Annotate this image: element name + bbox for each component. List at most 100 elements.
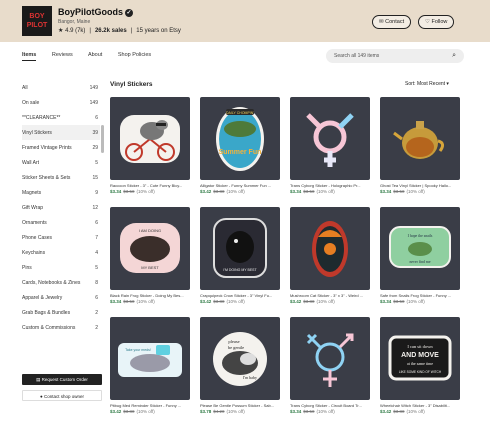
product-image[interactable]: I can sit down AND MOVE at the same time… [380, 317, 460, 400]
sticker-text: please [228, 339, 239, 344]
product-image[interactable]: I hope the snails never find me [380, 207, 460, 290]
product-image[interactable]: DAILY CHOMPIN' Summer Fun [200, 97, 280, 180]
product-image[interactable]: please be gentle I'm baby [200, 317, 280, 400]
sidebar-item-vinyl-stickers[interactable]: Vinyl Stickers 39 [22, 125, 100, 140]
sidebar-item-custom[interactable]: Custom & Commissions 2 [22, 320, 100, 335]
sidebar-item-framed-prints[interactable]: Framed Vintage Prints 29 [22, 140, 100, 155]
shop-name-text[interactable]: BoyPilotGoods [58, 7, 123, 17]
sidebar-item-grab-bags[interactable]: Grab Bags & Bundles 2 [22, 305, 100, 320]
product-title[interactable]: Trans Cyborg Sticker - Circuit Board Tr.… [290, 403, 370, 408]
sidebar-item-label: Cards, Notebooks & Zines [22, 279, 81, 286]
sale-price: $3.34 [110, 189, 122, 194]
product-card[interactable]: I AM DOING MY BEST Black Rain Frog Stick… [110, 207, 190, 317]
sticker-text: MY BEST [141, 265, 159, 270]
circuit-trans-sticker-image [306, 333, 354, 387]
category-sidebar: All 149 On sale 149 **CLEARANCE** 6 Vinyl S… [22, 80, 100, 335]
product-card[interactable]: Trans Cyborg Sticker - Circuit Board Tr.… [290, 317, 370, 423]
sidebar-item-gift-wrap[interactable]: Gift Wrap 12 [22, 200, 100, 215]
snail-frog-sticker-image: I hope the snails never find me [389, 226, 451, 268]
sidebar-item-on-sale[interactable]: On sale 149 [22, 95, 100, 110]
product-price: $3.34 $3.50 (10% off) [380, 299, 460, 304]
search-input[interactable]: Search all 149 items ⌕ [326, 49, 464, 63]
product-price: $3.34 $3.50 (10% off) [110, 299, 190, 304]
tab-about[interactable]: About [88, 52, 102, 58]
product-image[interactable] [290, 97, 370, 180]
product-image[interactable] [110, 97, 190, 180]
product-card[interactable]: I hope the snails never find me Safe fro… [380, 207, 460, 317]
product-image[interactable]: I'M DOING MY BEST [200, 207, 280, 290]
sticker-text: never find me [409, 260, 430, 264]
product-title[interactable]: Please Be Gentle Possum Sticker - Sab... [200, 403, 280, 408]
sidebar-item-cards-notebooks[interactable]: Cards, Notebooks & Zines 8 [22, 275, 100, 290]
product-image[interactable]: Take your meds! [110, 317, 190, 400]
tab-items[interactable]: Items [22, 52, 37, 61]
shop-stats: ★ 4.9 (7k) | 26.2k sales | 15 years on Etsy [58, 28, 181, 34]
product-card[interactable]: I can sit down AND MOVE at the same time… [380, 317, 460, 423]
sidebar-item-all[interactable]: All 149 [22, 80, 100, 95]
original-price: $3.50 [393, 189, 405, 194]
sidebar-item-ornaments[interactable]: Ornaments 6 [22, 215, 100, 230]
rain-frog-sticker-image: I AM DOING MY BEST [120, 223, 180, 273]
sidebar-item-apparel[interactable]: Apparel & Jewelry 6 [22, 290, 100, 305]
sidebar-scrollbar[interactable] [101, 125, 104, 153]
contact-shop-owner-button[interactable]: ● Contact shop owner [22, 390, 102, 401]
tab-reviews[interactable]: Reviews [52, 52, 73, 58]
sidebar-item-magnets[interactable]: Magnets 9 [22, 185, 100, 200]
product-price: $3.42 $3.80 (10% off) [110, 409, 190, 414]
sticker-text: I'm baby [243, 375, 257, 380]
contact-button-label: Contact [385, 19, 405, 25]
sidebar-item-label: Vinyl Stickers [22, 129, 52, 136]
search-icon[interactable]: ⌕ [452, 49, 456, 63]
product-image[interactable] [380, 97, 460, 180]
product-card[interactable]: Trans Cyborg Sticker - Holographic Pr...… [290, 97, 370, 207]
product-card[interactable]: Mushroom Cat Sticker - 3" x 3" - Weird .… [290, 207, 370, 317]
chat-icon: ● [39, 394, 43, 399]
product-card[interactable]: Take your meds! Pitbug Med Reminder Stic… [110, 317, 190, 423]
contact-button[interactable]: ✉ Contact [372, 15, 412, 29]
original-price: $3.50 [123, 299, 135, 304]
product-card[interactable]: Ghost Tea Vinyl Sticker | Spooky Hallo..… [380, 97, 460, 207]
shop-logo[interactable]: BOY PILOT [22, 6, 52, 36]
sidebar-item-wall-art[interactable]: Wall Art 5 [22, 155, 100, 170]
shop-rating[interactable]: 4.9 (7k) [65, 28, 85, 34]
product-title[interactable]: Safe from Snails Frog Sticker - Funny ..… [380, 293, 460, 298]
document-icon: ▤ [36, 377, 41, 382]
product-card[interactable]: DAILY CHOMPIN' Summer Fun Alligator Stic… [200, 97, 280, 207]
product-title[interactable]: Raccoon Sticker - 3" - Cute Funny Bicy..… [110, 183, 190, 188]
original-price: $3.50 [123, 189, 135, 194]
sort-dropdown[interactable]: Sort: Most Recent ▾ [405, 81, 449, 87]
sidebar-item-phone-cases[interactable]: Phone Cases 7 [22, 230, 100, 245]
sale-price: $3.42 [200, 299, 212, 304]
sidebar-item-keychains[interactable]: Keychains 4 [22, 245, 100, 260]
product-title[interactable]: Black Rain Frog Sticker - Doing My Bes..… [110, 293, 190, 298]
possum-sticker-image: please be gentle I'm baby [213, 332, 267, 386]
product-title[interactable]: Pitbug Med Reminder Sticker - Funny ... [110, 403, 190, 408]
sidebar-item-clearance[interactable]: **CLEARANCE** 6 [22, 110, 100, 125]
wheelchair-witch-sticker-image: I can sit down AND MOVE at the same time… [388, 335, 452, 381]
product-title[interactable]: Ghost Tea Vinyl Sticker | Spooky Hallo..… [380, 183, 460, 188]
product-image[interactable] [290, 317, 370, 400]
product-title[interactable]: Mushroom Cat Sticker - 3" x 3" - Weird .… [290, 293, 370, 298]
product-title[interactable]: Trans Cyborg Sticker - Holographic Pr... [290, 183, 370, 188]
sidebar-item-pins[interactable]: Pins 5 [22, 260, 100, 275]
product-card[interactable]: Raccoon Sticker - 3" - Cute Funny Bicy..… [110, 97, 190, 207]
sticker-text: I AM DOING [139, 228, 161, 233]
product-title[interactable]: Crapquipeck Crow Sticker - 3" Vinyl Fu..… [200, 293, 280, 298]
product-card[interactable]: please be gentle I'm baby Please Be Gent… [200, 317, 280, 423]
product-image[interactable]: I AM DOING MY BEST [110, 207, 190, 290]
original-price: $4.20 [213, 409, 225, 414]
sidebar-item-label: Wall Art [22, 159, 40, 166]
tab-shop-policies[interactable]: Shop Policies [118, 52, 151, 58]
request-custom-order-button[interactable]: ▤ Request Custom Order [22, 374, 102, 385]
sort-label: Sort: Most Recent [405, 81, 446, 87]
product-title[interactable]: Wheelchair Witch Sticker - 3" Disabilit.… [380, 403, 460, 408]
product-title[interactable]: Alligator Sticker - Funny Summer Fun ... [200, 183, 280, 188]
sidebar-item-sticker-sheets[interactable]: Sticker Sheets & Sets 15 [22, 170, 100, 185]
search-placeholder: Search all 149 items [334, 53, 380, 59]
sale-price: $3.34 [380, 299, 392, 304]
product-image[interactable] [290, 207, 370, 290]
shop-name[interactable]: BoyPilotGoods ✓ [58, 7, 133, 17]
follow-button[interactable]: ♡ Follow [418, 15, 455, 29]
product-card[interactable]: I'M DOING MY BEST Crapquipeck Crow Stick… [200, 207, 280, 317]
star-icon: ★ [58, 28, 64, 34]
